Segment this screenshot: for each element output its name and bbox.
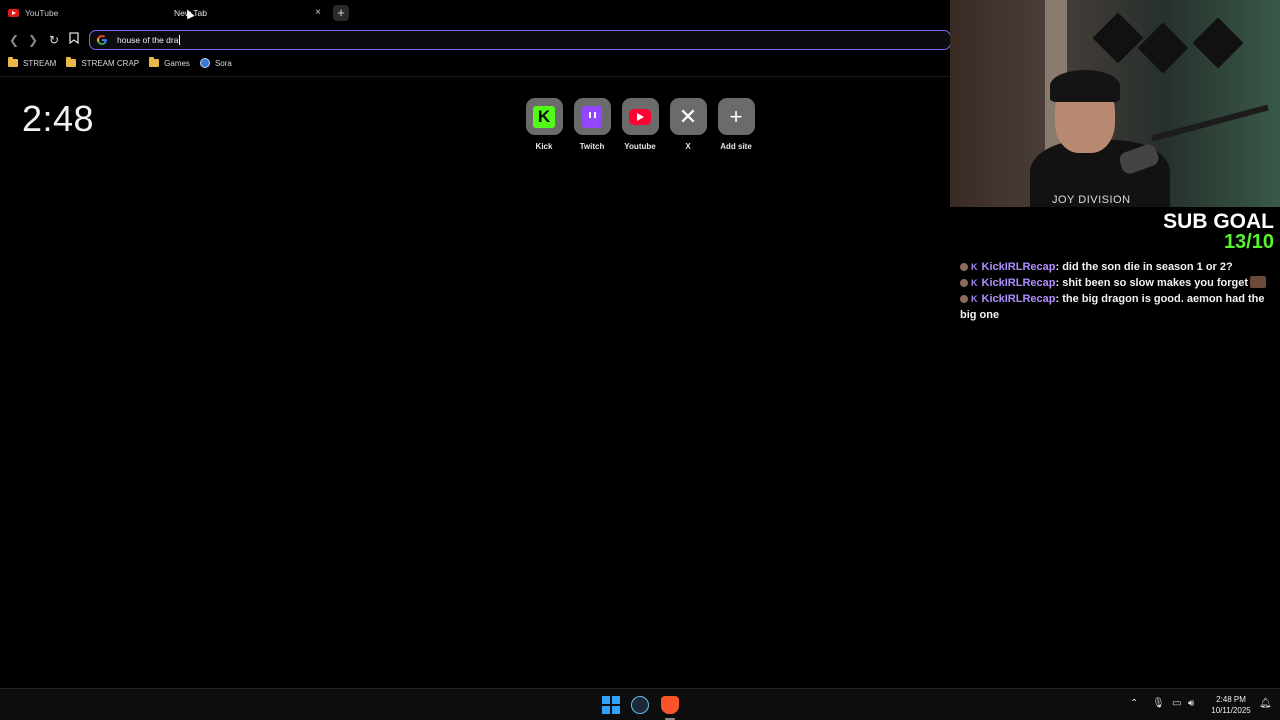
chat-username: KickIRLRecap (981, 261, 1056, 273)
text-caret (179, 35, 181, 45)
new-tab-clock: 2:48 (22, 98, 95, 139)
taskbar: ⌃ 🎙︎ ▭ 🔊︎ 2:48 PM 10/11/2025 🔔︎ (0, 688, 1280, 720)
address-bar[interactable]: house of the dra (89, 30, 951, 50)
shortcut-twitch[interactable]: Twitch (568, 98, 616, 151)
avatar-icon (960, 295, 968, 303)
forward-icon[interactable]: ❯ (25, 32, 41, 48)
shortcut-tile (573, 98, 611, 135)
tab-bar: YouTube New Tab × + (0, 0, 950, 26)
shortcut-tile: K (525, 98, 563, 135)
plus-icon: + (729, 103, 743, 129)
clock-date: 10/11/2025 (1211, 706, 1251, 715)
webcam-feed: JOY DIVISION (950, 0, 1280, 207)
network-icon[interactable]: ▭ (1172, 698, 1181, 709)
shortcut-tile (621, 98, 659, 135)
bookmark-label: STREAM (23, 58, 57, 68)
chat-message: K KickIRLRecap: did the son die in season… (960, 259, 1276, 275)
bookmark-stream-crap[interactable]: STREAM CRAP (66, 57, 140, 68)
shortcut-tile: ✕ (669, 98, 707, 135)
kick-badge-icon: K (971, 262, 978, 272)
shortcut-x[interactable]: ✕ X (664, 98, 712, 151)
chat-username: KickIRLRecap (981, 277, 1056, 289)
steam-icon[interactable] (631, 696, 649, 714)
sub-goal-value: 13/10 (1223, 231, 1274, 253)
chat-overlay: K KickIRLRecap: did the son die in season… (960, 259, 1276, 323)
twitch-icon (582, 105, 602, 128)
youtube-favicon-icon (8, 9, 19, 17)
emote-icon (1250, 276, 1267, 288)
x-icon: ✕ (678, 103, 698, 129)
kick-icon: K (533, 105, 555, 128)
tab-youtube[interactable]: YouTube (8, 2, 158, 24)
notifications-icon[interactable]: 🔔︎ (1259, 698, 1272, 709)
shortcut-tile: + (717, 98, 755, 135)
bookmark-sora[interactable]: Sora (199, 58, 232, 68)
microphone-icon[interactable]: 🎙︎ (1152, 698, 1165, 709)
close-tab-icon[interactable]: × (315, 6, 321, 20)
chat-message: K KickIRLRecap: shit been so slow makes y… (960, 275, 1276, 291)
chat-username: KickIRLRecap (981, 293, 1056, 305)
back-icon[interactable]: ❮ (6, 32, 22, 48)
folder-icon (8, 57, 18, 67)
shortcut-label: Kick (535, 142, 553, 151)
volume-icon[interactable]: 🔊︎ (1188, 698, 1194, 709)
add-site-button[interactable]: + Add site (712, 98, 760, 151)
windows-start-icon[interactable] (602, 696, 620, 714)
chat-text: : shit been so slow makes you forget (1055, 277, 1249, 289)
shortcut-label: Twitch (579, 142, 605, 151)
clock-time: 2:48 PM (1216, 695, 1246, 704)
youtube-icon (629, 108, 651, 125)
brave-icon[interactable] (661, 696, 679, 714)
kick-badge-icon: K (971, 278, 978, 288)
bookmark-stream[interactable]: STREAM (8, 57, 57, 68)
shortcut-youtube[interactable]: Youtube (616, 98, 664, 151)
toolbar: ❮ ❯ ↻ house of the dra (0, 26, 951, 54)
sora-icon (199, 58, 210, 68)
bookmarks-bar: STREAM STREAM CRAP Games Sora (0, 55, 950, 71)
kick-badge-icon: K (971, 294, 978, 304)
bookmark-label: Games (164, 58, 190, 68)
shortcut-label: Add site (720, 142, 752, 151)
chat-text: : did the son die in season 1 or 2? (1055, 261, 1233, 273)
shortcut-label: X (685, 142, 691, 151)
bookmark-icon[interactable] (66, 32, 82, 48)
avatar-icon (960, 263, 968, 271)
folder-icon (149, 57, 160, 67)
bookmark-label: Sora (214, 58, 232, 68)
shortcut-label: Youtube (624, 142, 656, 151)
divider (0, 76, 950, 77)
bookmark-label: STREAM CRAP (81, 58, 140, 68)
chat-message: K KickIRLRecap: the big dragon is good. a… (960, 291, 1276, 323)
address-input-text: house of the dra (117, 35, 179, 45)
system-clock[interactable]: 2:48 PM 10/11/2025 (1206, 694, 1256, 716)
new-tab-button[interactable]: + (333, 5, 349, 21)
google-icon (97, 35, 107, 45)
bookmark-games[interactable]: Games (149, 57, 190, 68)
avatar-icon (960, 279, 968, 287)
shirt-text: JOY DIVISION (1052, 194, 1131, 206)
folder-icon (66, 57, 77, 67)
tab-label: YouTube (25, 8, 59, 18)
shortcut-kick[interactable]: K Kick (520, 98, 568, 151)
reload-icon[interactable]: ↻ (46, 32, 62, 48)
show-hidden-icons-icon[interactable]: ⌃ (1130, 698, 1138, 709)
